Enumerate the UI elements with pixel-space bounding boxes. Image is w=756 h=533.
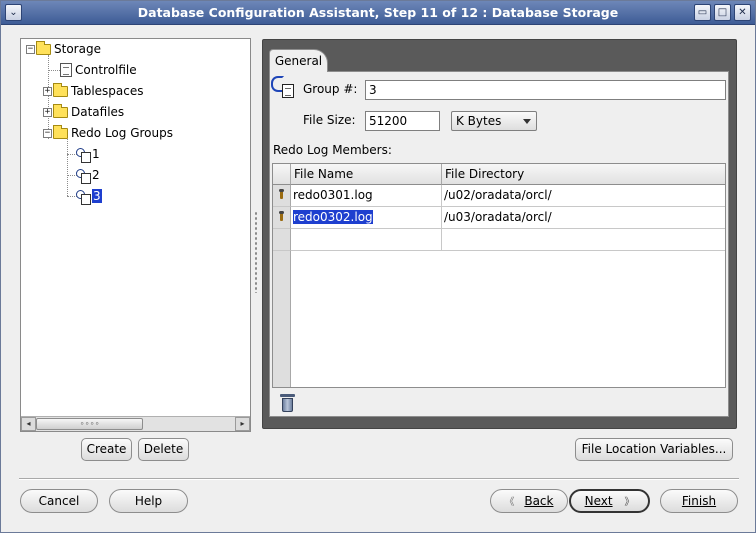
row-header[interactable] <box>273 229 291 251</box>
scroll-left-button[interactable]: ◂ <box>21 417 36 431</box>
tree-node-label: Storage <box>54 42 101 56</box>
cell-text: /u02/oradata/orcl/ <box>444 188 552 202</box>
tree-node-group-1[interactable]: 1 <box>76 145 100 163</box>
maximize-icon: □ <box>717 7 728 18</box>
folder-icon <box>53 124 68 139</box>
minimize-button[interactable]: ▭ <box>694 4 711 21</box>
redo-log-icon <box>76 189 91 205</box>
storage-tree[interactable]: − Storage Controlfile + Tablespaces + Da… <box>20 38 251 432</box>
folder-icon <box>53 103 68 118</box>
redo-log-icon <box>76 168 91 184</box>
tree-node-label: 1 <box>92 147 100 161</box>
file-size-field[interactable]: 51200 <box>365 111 440 131</box>
scroll-grip-icon: ∘∘∘∘ <box>79 419 100 428</box>
delete-button[interactable]: Delete <box>138 438 189 461</box>
close-button[interactable]: ✕ <box>734 4 751 21</box>
redo-log-group-icon <box>271 76 299 102</box>
group-number-label: Group #: <box>303 82 358 96</box>
row-marker-icon <box>279 211 284 221</box>
next-button[interactable]: Next 》 <box>569 489 650 513</box>
group-number-field[interactable]: 3 <box>365 80 726 100</box>
scroll-left-icon: ◂ <box>26 419 31 428</box>
table-cell-file-directory[interactable]: /u03/oradata/orcl/ <box>442 207 725 229</box>
dbca-window: ⌄ Database Configuration Assistant, Step… <box>0 0 756 533</box>
back-arrow-icon: 《 <box>504 497 515 508</box>
row-header[interactable] <box>273 185 291 207</box>
tree-node-label: Controlfile <box>75 63 137 77</box>
tree-node-label: Datafiles <box>71 105 125 119</box>
help-button[interactable]: Help <box>109 489 188 513</box>
table-cell-file-directory[interactable] <box>442 229 725 251</box>
maximize-button[interactable]: □ <box>714 4 731 21</box>
table-corner-header <box>273 164 291 185</box>
row-header[interactable] <box>273 207 291 229</box>
next-arrow-icon: 》 <box>624 497 635 508</box>
expand-icon[interactable]: + <box>43 107 52 117</box>
trash-icon[interactable] <box>280 394 295 412</box>
row-marker-icon <box>279 189 284 199</box>
collapse-icon[interactable]: − <box>26 44 35 54</box>
tab-general[interactable]: General <box>269 49 328 72</box>
table-cell-file-name[interactable]: redo0302.log <box>291 207 442 229</box>
controlfile-icon <box>60 63 72 77</box>
title-bar[interactable]: ⌄ Database Configuration Assistant, Step… <box>1 1 755 25</box>
table-cell-file-directory[interactable]: /u02/oradata/orcl/ <box>442 185 725 207</box>
column-header-file-directory[interactable]: File Directory <box>442 164 725 185</box>
cell-text: redo0301.log <box>293 188 373 202</box>
scroll-right-button[interactable]: ▸ <box>235 417 250 431</box>
finish-button[interactable]: Finish <box>660 489 738 513</box>
folder-icon <box>53 82 68 97</box>
file-size-unit-select[interactable]: K Bytes <box>451 111 537 131</box>
next-label: Next <box>584 494 613 508</box>
create-button[interactable]: Create <box>81 438 132 461</box>
close-icon: ✕ <box>738 7 747 18</box>
tree-node-label: Redo Log Groups <box>71 126 173 140</box>
unit-selected-value: K Bytes <box>456 114 502 128</box>
dropdown-caret-icon <box>523 119 531 124</box>
redo-log-members-label: Redo Log Members: <box>273 143 392 157</box>
redo-log-members-table: File Name File Directory redo0301.log /u… <box>272 163 726 388</box>
tree-node-label: 2 <box>92 168 100 182</box>
tree-node-group-3[interactable]: 3 <box>76 187 102 205</box>
folder-icon <box>36 40 51 55</box>
tree-node-label-selected: 3 <box>92 189 102 203</box>
cell-text: /u03/oradata/orcl/ <box>444 210 552 224</box>
table-cell-file-name[interactable] <box>291 229 442 251</box>
back-button[interactable]: 《 Back <box>490 489 568 513</box>
minimize-icon: ▭ <box>697 7 708 18</box>
cancel-button[interactable]: Cancel <box>20 489 98 513</box>
tree-node-label: Tablespaces <box>71 84 144 98</box>
tree-node-controlfile[interactable]: Controlfile <box>58 61 137 79</box>
file-location-variables-button[interactable]: File Location Variables... <box>575 438 733 461</box>
row-header-filler <box>273 251 291 387</box>
window-title: Database Configuration Assistant, Step 1… <box>137 5 619 20</box>
tree-node-redo-log-groups[interactable]: − Redo Log Groups <box>43 124 173 142</box>
tree-node-storage[interactable]: − Storage <box>26 40 101 58</box>
back-label: Back <box>524 494 554 508</box>
finish-label: Finish <box>681 494 717 508</box>
redo-log-icon <box>76 147 91 163</box>
scrollbar-thumb[interactable]: ∘∘∘∘ <box>36 418 143 430</box>
cell-text-selected: redo0302.log <box>293 210 373 224</box>
scroll-right-icon: ▸ <box>240 419 245 428</box>
table-cell-file-name[interactable]: redo0301.log <box>291 185 442 207</box>
tree-node-group-2[interactable]: 2 <box>76 166 100 184</box>
tree-node-datafiles[interactable]: + Datafiles <box>43 103 124 121</box>
tree-connector <box>67 139 68 196</box>
tree-node-tablespaces[interactable]: + Tablespaces <box>43 82 144 100</box>
expand-icon[interactable]: + <box>43 86 52 96</box>
file-size-label: File Size: <box>303 113 356 127</box>
footer-separator <box>19 478 739 480</box>
column-header-file-name[interactable]: File Name <box>291 164 442 185</box>
tree-horizontal-scrollbar[interactable]: ◂ ∘∘∘∘ ▸ <box>21 416 250 431</box>
pane-splitter[interactable] <box>254 211 258 293</box>
collapse-icon[interactable]: − <box>43 128 52 138</box>
